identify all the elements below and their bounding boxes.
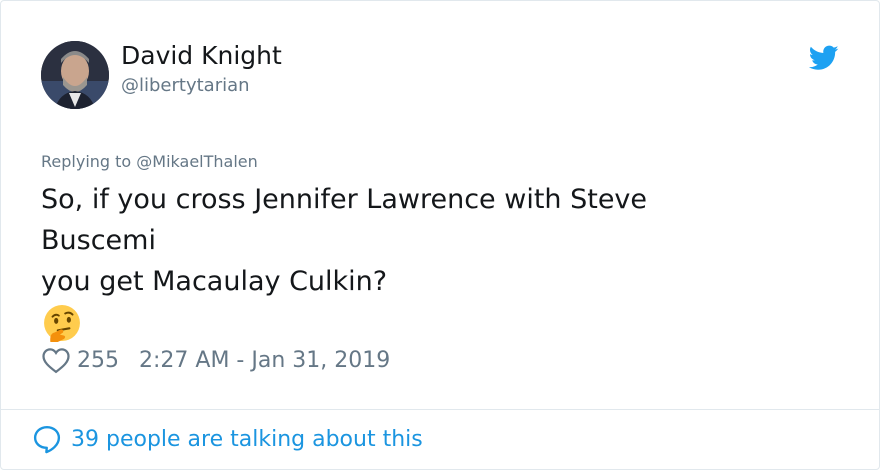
tweet-text: So, if you cross Jennifer Lawrence with … (41, 179, 801, 302)
divider (1, 409, 879, 410)
tweet-card: David Knight @libertytarian Replying to … (0, 0, 880, 470)
tweet-text-line: Buscemi (41, 225, 156, 256)
tweet-text-line: you get Macaulay Culkin? (41, 266, 388, 297)
replying-to: Replying to @MikaelThalen (41, 152, 258, 171)
reply-mention-link[interactable]: @MikaelThalen (136, 152, 257, 171)
people-talking-text[interactable]: 39 people are talking about this (71, 427, 423, 452)
avatar[interactable] (41, 41, 109, 109)
speech-bubble-icon (33, 425, 61, 454)
replying-to-label: Replying to (41, 152, 132, 171)
tweet-meta: 255 2:27 AM - Jan 31, 2019 (41, 345, 390, 375)
conversation-link[interactable]: 39 people are talking about this (31, 424, 423, 454)
twitter-bird-icon[interactable] (809, 45, 839, 71)
tweet-text-line: So, if you cross Jennifer Lawrence with … (41, 184, 648, 215)
like-count[interactable]: 255 (77, 348, 119, 373)
heart-icon[interactable] (41, 346, 71, 374)
thinking-face-emoji-icon (44, 305, 80, 342)
avatar-image (41, 41, 109, 109)
user-display-name[interactable]: David Knight (121, 41, 282, 70)
tweet-timestamp[interactable]: 2:27 AM - Jan 31, 2019 (139, 348, 390, 373)
user-handle[interactable]: @libertytarian (121, 75, 250, 96)
